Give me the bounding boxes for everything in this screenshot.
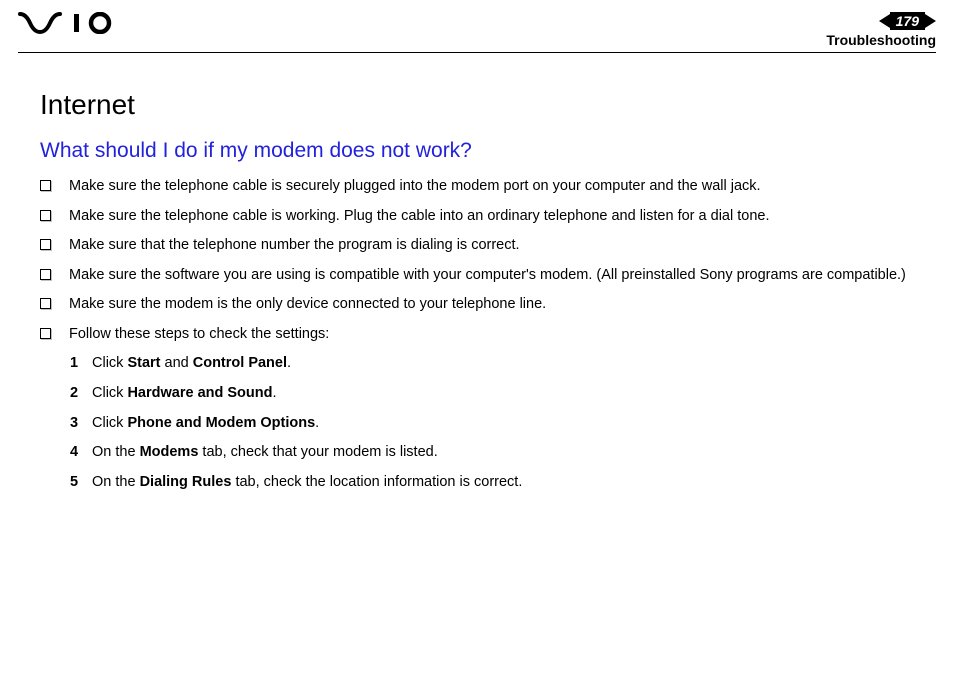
page-number: 179 (890, 12, 925, 30)
page-navigator: 179 (826, 12, 936, 30)
bullet-list: Make sure the telephone cable is securel… (40, 177, 936, 344)
step-number: 1 (70, 354, 92, 374)
next-page-arrow-icon[interactable] (925, 14, 936, 28)
step-number: 4 (70, 443, 92, 463)
list-item: Make sure the modem is the only device c… (40, 295, 936, 315)
square-bullet-icon (40, 269, 51, 280)
vaio-logo (18, 12, 116, 34)
list-item: Make sure the telephone cable is securel… (40, 177, 936, 197)
list-item: Make sure the software you are using is … (40, 266, 936, 286)
page-content: Internet What should I do if my modem do… (0, 53, 954, 492)
list-item-text: Make sure that the telephone number the … (69, 236, 936, 256)
page-header: 179 Troubleshooting (0, 0, 954, 52)
step-text: On the Modems tab, check that your modem… (92, 443, 936, 463)
step-item: 5 On the Dialing Rules tab, check the lo… (70, 473, 936, 493)
prev-page-arrow-icon[interactable] (879, 14, 890, 28)
step-number: 2 (70, 384, 92, 404)
step-item: 1 Click Start and Control Panel. (70, 354, 936, 374)
list-item: Make sure that the telephone number the … (40, 236, 936, 256)
list-item-text: Make sure the software you are using is … (69, 266, 936, 286)
step-text: Click Start and Control Panel. (92, 354, 936, 374)
list-item-text: Follow these steps to check the settings… (69, 325, 936, 345)
ordered-steps: 1 Click Start and Control Panel. 2 Click… (40, 354, 936, 492)
page-subtitle: What should I do if my modem does not wo… (40, 139, 936, 163)
square-bullet-icon (40, 328, 51, 339)
step-item: 2 Click Hardware and Sound. (70, 384, 936, 404)
square-bullet-icon (40, 210, 51, 221)
step-text: Click Hardware and Sound. (92, 384, 936, 404)
section-label: Troubleshooting (826, 32, 936, 48)
list-item-text: Make sure the telephone cable is securel… (69, 177, 936, 197)
header-right: 179 Troubleshooting (826, 12, 936, 48)
square-bullet-icon (40, 180, 51, 191)
step-text: Click Phone and Modem Options. (92, 414, 936, 434)
page-title: Internet (40, 89, 936, 121)
step-number: 5 (70, 473, 92, 493)
step-number: 3 (70, 414, 92, 434)
square-bullet-icon (40, 298, 51, 309)
list-item-text: Make sure the telephone cable is working… (69, 207, 936, 227)
step-text: On the Dialing Rules tab, check the loca… (92, 473, 936, 493)
step-item: 3 Click Phone and Modem Options. (70, 414, 936, 434)
square-bullet-icon (40, 239, 51, 250)
step-item: 4 On the Modems tab, check that your mod… (70, 443, 936, 463)
list-item: Follow these steps to check the settings… (40, 325, 936, 345)
list-item-text: Make sure the modem is the only device c… (69, 295, 936, 315)
list-item: Make sure the telephone cable is working… (40, 207, 936, 227)
